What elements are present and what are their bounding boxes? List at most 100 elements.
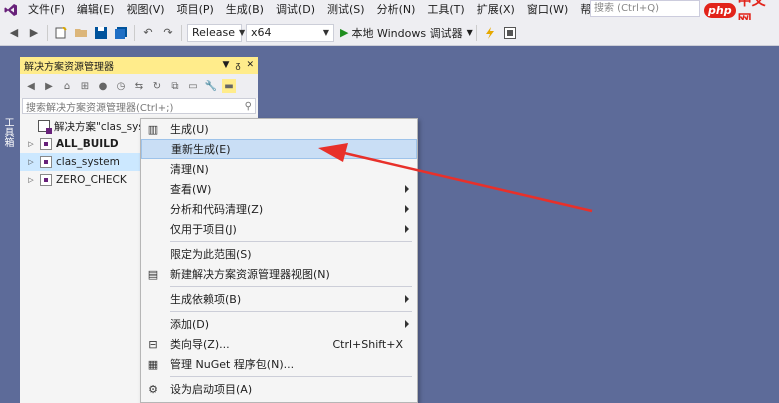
menu-item[interactable]: 文件(F) bbox=[22, 0, 71, 20]
menu-item[interactable]: 调试(D) bbox=[270, 0, 321, 20]
project-icon bbox=[40, 174, 52, 186]
search-icon[interactable]: ⚲ bbox=[245, 101, 252, 112]
save-icon[interactable] bbox=[93, 25, 109, 41]
pending-changes-icon[interactable]: ◷ bbox=[114, 79, 128, 93]
switch-views-icon[interactable]: ⊞ bbox=[78, 79, 92, 93]
platform-value: x64 bbox=[251, 26, 272, 39]
menu-item[interactable]: 窗口(W) bbox=[521, 0, 574, 20]
configuration-value: Release bbox=[192, 26, 235, 39]
start-debugging-button[interactable]: ▶ 本地 Windows 调试器 ▼ bbox=[340, 25, 473, 41]
menu-item[interactable]: 项目(P) bbox=[171, 0, 220, 20]
submenu-arrow-icon bbox=[405, 295, 409, 303]
hot-reload-icon[interactable] bbox=[482, 25, 498, 41]
menu-item[interactable]: 生成(B) bbox=[220, 0, 270, 20]
panel-title: 解决方案资源管理器 bbox=[24, 62, 114, 73]
toolbar-separator bbox=[134, 24, 135, 41]
show-all-files-icon[interactable]: ▭ bbox=[186, 79, 200, 93]
context-menu-label: 新建解决方案资源管理器视图(N) bbox=[170, 268, 330, 281]
toolbar-separator bbox=[47, 24, 48, 41]
context-menu-item[interactable]: ⚙ 设为启动项目(A) bbox=[141, 379, 417, 399]
solution-explorer-toolbar: ◀ ▶ ⌂ ⊞ ● ◷ ⇆ ↻ ⧉ ▭ 🔧 ▬ bbox=[20, 74, 258, 98]
ide-window: 文件(F) 编辑(E) 视图(V) 项目(P) 生成(B) 调试(D) 测试(S) 分析(N)… bbox=[0, 0, 779, 403]
context-menu-label: 重新生成(E) bbox=[171, 143, 231, 156]
window-layout-icon[interactable] bbox=[502, 25, 518, 41]
solution-explorer-title-bar[interactable]: 解决方案资源管理器 ▼ ᵹ ✕ bbox=[20, 57, 258, 74]
php-badge: php bbox=[704, 2, 736, 18]
context-menu-item[interactable]: 重新生成(E) bbox=[141, 139, 417, 159]
chevron-down-icon: ▼ bbox=[322, 28, 329, 37]
expand-chevron-icon[interactable]: ▷ bbox=[26, 158, 36, 166]
context-menu-item[interactable]: ▤ 新建解决方案资源管理器视图(N) bbox=[141, 264, 417, 284]
tree-item-label: ALL_BUILD bbox=[56, 138, 119, 150]
undo-icon[interactable]: ↶ bbox=[140, 25, 156, 41]
solution-icon bbox=[38, 120, 52, 134]
home-icon[interactable]: ⌂ bbox=[60, 79, 74, 93]
save-all-icon[interactable] bbox=[113, 25, 129, 41]
nuget-icon: ▦ bbox=[147, 357, 159, 371]
context-menu-label: 仅用于项目(J) bbox=[170, 223, 237, 236]
toolbar-separator bbox=[181, 24, 182, 41]
properties-wrench-icon[interactable]: 🔧 bbox=[204, 79, 218, 93]
context-menu-label: 类向导(Z)... bbox=[170, 338, 230, 351]
expand-chevron-icon[interactable]: ▷ bbox=[26, 176, 36, 184]
build-icon: ▥ bbox=[147, 122, 159, 136]
toolbox-tab-label[interactable]: 工具箱 bbox=[2, 117, 15, 147]
context-menu-item[interactable]: 清理(N) bbox=[141, 159, 417, 179]
menu-bar: 文件(F) 编辑(E) 视图(V) 项目(P) 生成(B) 调试(D) 测试(S) 分析(N)… bbox=[0, 0, 779, 29]
context-menu-item[interactable]: 仅用于项目(J) bbox=[141, 219, 417, 239]
menu-item[interactable]: 视图(V) bbox=[120, 0, 170, 20]
forward-icon[interactable]: ▶ bbox=[26, 25, 42, 41]
configuration-dropdown[interactable]: Release ▼ bbox=[187, 23, 246, 42]
project-icon bbox=[40, 156, 52, 168]
menu-item[interactable]: 测试(S) bbox=[321, 0, 371, 20]
shortcut-label: Ctrl+Shift+X bbox=[332, 337, 403, 351]
context-menu-item[interactable]: ⊟ 类向导(Z)... Ctrl+Shift+X bbox=[141, 334, 417, 354]
solution-search-placeholder: 搜索解决方案资源管理器(Ctrl+;) bbox=[26, 102, 174, 114]
git-icon[interactable]: ● bbox=[96, 79, 110, 93]
chevron-down-icon: ▼ bbox=[466, 28, 473, 37]
menu-item[interactable]: 编辑(E) bbox=[71, 0, 121, 20]
back-icon[interactable]: ◀ bbox=[24, 79, 38, 93]
pin-icon[interactable]: ᵹ bbox=[235, 60, 240, 71]
collapse-all-icon[interactable]: ⧉ bbox=[168, 79, 182, 93]
solution-search-input[interactable]: 搜索解决方案资源管理器(Ctrl+;) ⚲ bbox=[22, 98, 256, 114]
gear-icon: ⚙ bbox=[148, 382, 158, 396]
tree-item-label: clas_system bbox=[56, 156, 120, 168]
sync-icon[interactable]: ⇆ bbox=[132, 79, 146, 93]
context-menu-item[interactable]: ▥ 生成(U) bbox=[141, 119, 417, 139]
context-menu-item[interactable]: 生成依赖项(B) bbox=[141, 289, 417, 309]
context-menu-label: 生成依赖项(B) bbox=[170, 293, 242, 306]
context-menu: ▥ 生成(U) 重新生成(E) 清理(N) 查看(W) 分析和代码清理(Z) 仅用于项目(J… bbox=[140, 118, 418, 403]
menu-item[interactable]: 扩展(X) bbox=[471, 0, 521, 20]
context-menu-item[interactable]: 查看(W) bbox=[141, 179, 417, 199]
open-folder-icon[interactable] bbox=[73, 25, 89, 41]
dropdown-icon[interactable]: ▼ bbox=[223, 60, 230, 71]
forward-icon[interactable]: ▶ bbox=[42, 79, 56, 93]
back-icon[interactable]: ◀ bbox=[6, 25, 22, 41]
context-menu-item[interactable]: 限定为此范围(S) bbox=[141, 244, 417, 264]
redo-icon[interactable]: ↷ bbox=[160, 25, 176, 41]
php-cn-watermark: php 中文网 bbox=[704, 0, 779, 29]
context-menu-item[interactable]: ▦ 管理 NuGet 程序包(N)... bbox=[141, 354, 417, 374]
new-project-icon[interactable] bbox=[53, 25, 69, 41]
play-icon: ▶ bbox=[340, 26, 349, 39]
platform-dropdown[interactable]: x64 ▼ bbox=[246, 23, 334, 42]
project-icon bbox=[40, 138, 52, 150]
context-menu-label: 分析和代码清理(Z) bbox=[170, 203, 264, 216]
menu-item[interactable]: 工具(T) bbox=[421, 0, 470, 20]
context-menu-label: 添加(D) bbox=[170, 318, 210, 331]
preview-selected-icon[interactable]: ▬ bbox=[222, 79, 236, 93]
menu-item[interactable]: 分析(N) bbox=[371, 0, 422, 20]
context-menu-item[interactable]: 分析和代码清理(Z) bbox=[141, 199, 417, 219]
refresh-icon[interactable]: ↻ bbox=[150, 79, 164, 93]
visual-studio-logo-icon[interactable] bbox=[0, 0, 22, 20]
submenu-arrow-icon bbox=[405, 205, 409, 213]
chevron-down-icon: ▼ bbox=[238, 28, 246, 37]
submenu-arrow-icon bbox=[405, 185, 409, 193]
close-icon[interactable]: ✕ bbox=[246, 60, 254, 71]
context-menu-label: 限定为此范围(S) bbox=[170, 248, 252, 261]
context-menu-item[interactable]: 添加(D) bbox=[141, 314, 417, 334]
search-input[interactable]: 搜索 (Ctrl+Q) bbox=[590, 0, 700, 17]
toolbox-strip[interactable]: 工具箱 bbox=[0, 57, 18, 403]
expand-chevron-icon[interactable]: ▷ bbox=[26, 140, 36, 148]
